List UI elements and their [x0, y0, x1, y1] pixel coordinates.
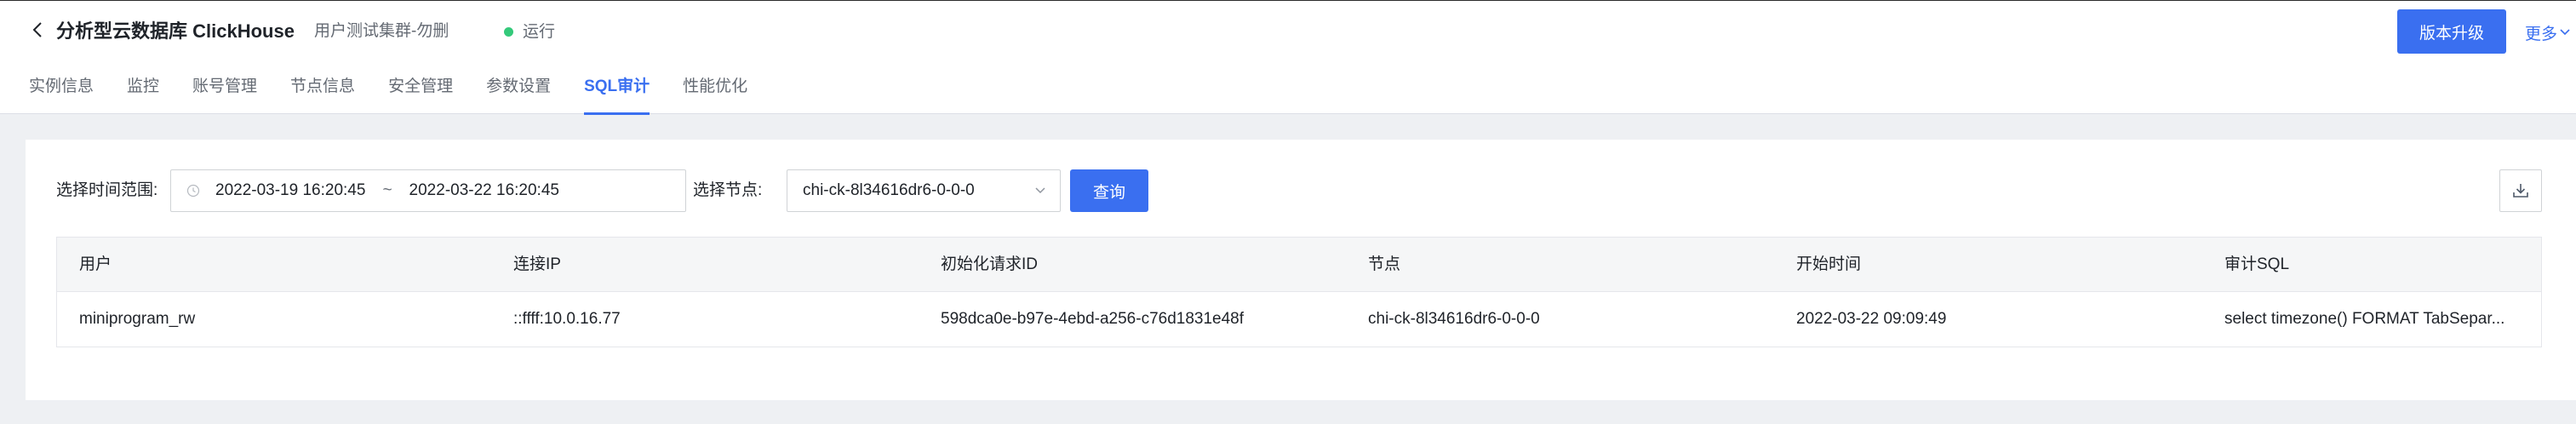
column-header: 用户: [79, 255, 112, 273]
table-cell-ip: ::ffff:10.0.16.77: [513, 310, 621, 328]
sql-audit-panel: 选择时间范围: 2022-03-19 16:20:45 ~ 2022-03-22…: [26, 140, 2576, 400]
table-cell-sql[interactable]: select timezone() FORMAT TabSepar...: [2224, 292, 2531, 347]
page-title: 分析型云数据库 ClickHouse: [56, 20, 295, 42]
table-cell-user: miniprogram_rw: [79, 310, 196, 328]
more-button[interactable]: 更多: [2525, 20, 2571, 45]
column-header: 初始化请求ID: [941, 255, 1039, 273]
table-cell-start-time: 2022-03-22 09:09:49: [1796, 310, 1947, 328]
tab-account-management[interactable]: 账号管理: [192, 74, 257, 115]
node-label: 选择节点:: [693, 181, 763, 199]
node-select-value: chi-ck-8l34616dr6-0-0-0: [803, 181, 975, 199]
audit-table: 用户 连接IP 初始化请求ID 节点 开始时间 审计SQL miniprogra…: [56, 237, 2542, 347]
tab-node-info[interactable]: 节点信息: [290, 74, 355, 115]
tab-instance-info[interactable]: 实例信息: [29, 74, 94, 115]
tab-performance-optimization[interactable]: 性能优化: [683, 74, 747, 115]
end-time[interactable]: 2022-03-22 16:20:45: [409, 181, 559, 200]
tab-bar: 实例信息 监控 账号管理 节点信息 安全管理 参数设置 SQL审计 性能优化: [29, 74, 781, 115]
clock-icon: [186, 184, 200, 198]
table-row: miniprogram_rw ::ffff:10.0.16.77 598dca0…: [57, 292, 2541, 347]
chevron-down-icon: [1034, 184, 1046, 199]
date-range-picker[interactable]: 2022-03-19 16:20:45 ~ 2022-03-22 16:20:4…: [170, 169, 686, 212]
range-separator: ~: [382, 181, 392, 199]
tab-monitoring[interactable]: 监控: [127, 74, 159, 115]
upgrade-version-button[interactable]: 版本升级: [2397, 9, 2506, 54]
table-cell-request-id: 598dca0e-b97e-4ebd-a256-c76d1831e48f: [941, 310, 1245, 328]
column-header: 连接IP: [513, 255, 561, 273]
chevron-down-icon: [2559, 23, 2571, 42]
start-time[interactable]: 2022-03-19 16:20:45: [215, 181, 365, 200]
more-label: 更多: [2525, 25, 2558, 43]
download-icon: [2511, 181, 2530, 200]
table-header: 用户 连接IP 初始化请求ID 节点 开始时间 审计SQL: [57, 238, 2541, 292]
tab-parameter-settings[interactable]: 参数设置: [486, 74, 551, 115]
download-button[interactable]: [2499, 169, 2542, 212]
column-header: 开始时间: [1796, 255, 1862, 273]
column-header: 节点: [1368, 255, 1401, 273]
table-cell-node: chi-ck-8l34616dr6-0-0-0: [1368, 310, 1540, 328]
column-header: 审计SQL: [2224, 255, 2290, 273]
status-text: 运行: [523, 23, 556, 41]
back-button[interactable]: [26, 18, 49, 45]
node-select[interactable]: chi-ck-8l34616dr6-0-0-0: [787, 169, 1061, 212]
page-header: 分析型云数据库 ClickHouse 用户测试集群-勿删 运行 版本升级 更多 …: [0, 0, 2576, 115]
chevron-left-icon: [31, 21, 43, 43]
query-button[interactable]: 查询: [1070, 169, 1148, 212]
cluster-name: 用户测试集群-勿删: [314, 22, 449, 40]
tab-sql-audit[interactable]: SQL审计: [584, 74, 650, 115]
time-range-label: 选择时间范围:: [56, 181, 158, 199]
status-dot-icon: [504, 27, 513, 37]
tab-security-management[interactable]: 安全管理: [388, 74, 453, 115]
